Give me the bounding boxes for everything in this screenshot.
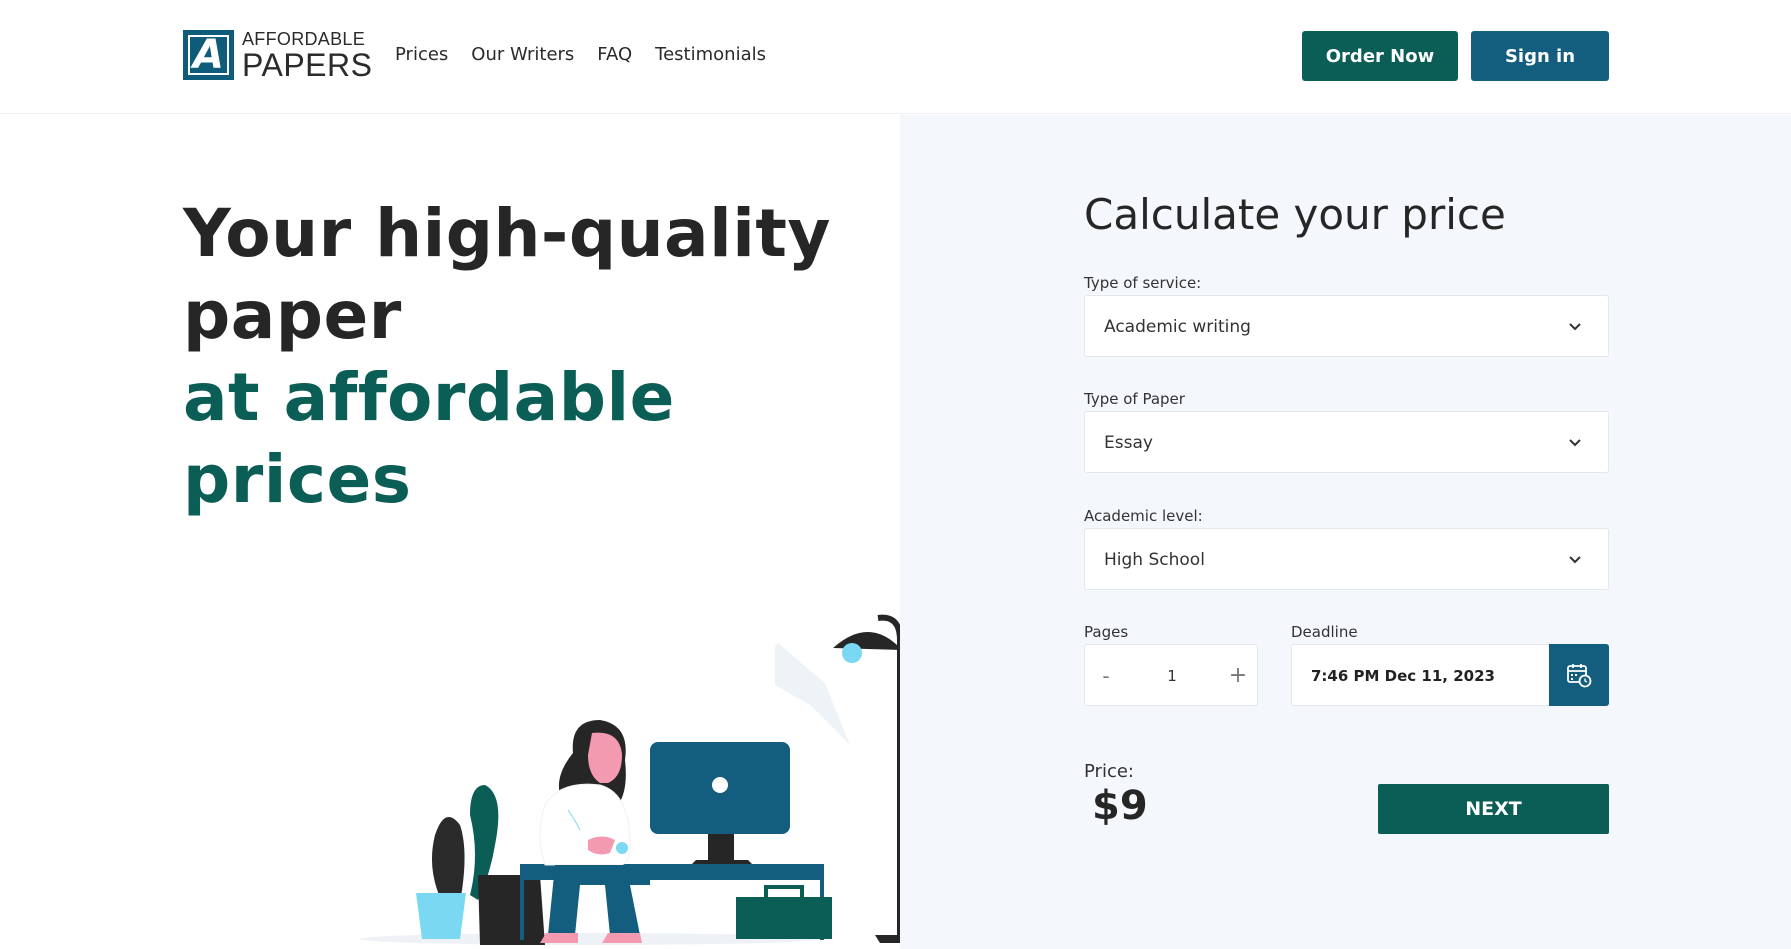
next-button[interactable]: NEXT [1378,784,1609,834]
paper-type-label: Type of Paper [1084,390,1185,408]
service-type-select[interactable]: Academic writing [1084,295,1609,357]
pages-label: Pages [1084,623,1129,641]
chevron-down-icon [1569,439,1581,447]
main-nav: Prices Our Writers FAQ Testimonials [395,44,766,65]
hero-headline: Your high-quality paper at affordable pr… [183,193,900,521]
logo-mark-icon: A [183,30,234,80]
pages-value[interactable]: 1 [1145,645,1199,707]
pages-stepper: - 1 + [1084,644,1258,706]
service-type-label: Type of service: [1084,274,1202,292]
logo-text: AFFORDABLE PAPERS [242,30,372,81]
nav-link-testimonials[interactable]: Testimonials [655,44,766,65]
deadline-value: 7:46 PM Dec 11, 2023 [1311,667,1495,685]
nav-link-faq[interactable]: FAQ [597,44,632,65]
hero-line-1: Your high-quality [183,195,831,272]
site-logo[interactable]: A AFFORDABLE PAPERS [183,30,372,81]
chevron-down-icon [1569,323,1581,331]
site-header: A AFFORDABLE PAPERS Prices Our Writers F… [0,0,1791,114]
paper-type-value: Essay [1104,433,1153,453]
calculator-title: Calculate your price [1084,190,1506,239]
service-type-value: Academic writing [1104,317,1251,337]
hero-line-3: at affordable prices [183,359,675,518]
nav-link-our-writers[interactable]: Our Writers [471,44,574,65]
deadline-field[interactable]: 7:46 PM Dec 11, 2023 [1291,644,1609,706]
academic-level-select[interactable]: High School [1084,528,1609,590]
person-at-desk-illustration [360,614,925,945]
nav-link-prices[interactable]: Prices [395,44,448,65]
price-value: $9 [1092,783,1148,829]
hero-line-2: paper [183,277,402,354]
academic-level-value: High School [1104,550,1205,570]
sign-in-button[interactable]: Sign in [1471,31,1609,81]
deadline-label: Deadline [1291,623,1358,641]
logo-text-bottom: PAPERS [242,46,373,83]
paper-type-select[interactable]: Essay [1084,411,1609,473]
pages-decrement-button[interactable]: - [1095,645,1117,707]
calendar-button[interactable] [1549,644,1609,706]
price-label: Price: [1084,761,1134,782]
calendar-clock-icon [1567,664,1592,688]
chevron-down-icon [1569,556,1581,564]
pages-increment-button[interactable]: + [1227,645,1249,707]
order-now-button[interactable]: Order Now [1302,31,1458,81]
hero-section: Your high-quality paper at affordable pr… [0,115,925,949]
academic-level-label: Academic level: [1084,507,1203,525]
logo-text-top: AFFORDABLE [242,28,366,49]
